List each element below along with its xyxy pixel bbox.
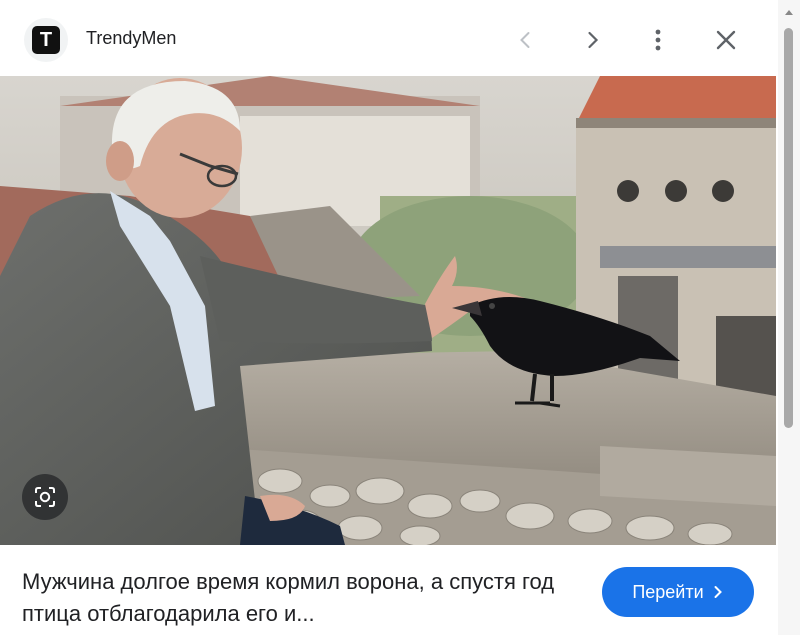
scrollbar-thumb[interactable] bbox=[784, 28, 793, 428]
article-title[interactable]: Мужчина долгое время кормил ворона, а сп… bbox=[22, 566, 562, 630]
site-logo-mark: T bbox=[32, 26, 60, 54]
close-icon bbox=[716, 30, 736, 50]
more-options-button[interactable] bbox=[640, 22, 676, 58]
previous-button[interactable] bbox=[508, 22, 544, 58]
preview-header: T TrendyMen bbox=[0, 0, 780, 76]
scrollbar[interactable] bbox=[778, 0, 800, 635]
site-name[interactable]: TrendyMen bbox=[86, 28, 176, 49]
next-button[interactable] bbox=[574, 22, 610, 58]
visit-button[interactable]: Перейти bbox=[602, 567, 754, 617]
scroll-up-arrow-icon[interactable] bbox=[784, 8, 794, 16]
image-preview-panel: T TrendyMen Мужчина долгое время кормил … bbox=[0, 0, 800, 635]
close-button[interactable] bbox=[708, 22, 744, 58]
preview-image[interactable] bbox=[0, 76, 776, 545]
visual-search-button[interactable] bbox=[22, 474, 68, 520]
chevron-right-icon bbox=[714, 586, 722, 598]
chevron-right-icon bbox=[588, 31, 599, 49]
chevron-left-icon bbox=[520, 32, 530, 48]
site-logo[interactable]: T bbox=[24, 18, 68, 62]
visit-button-label: Перейти bbox=[632, 581, 704, 602]
lens-search-icon bbox=[35, 487, 55, 507]
more-vert-icon bbox=[655, 29, 661, 51]
photo-illustration bbox=[0, 76, 776, 545]
